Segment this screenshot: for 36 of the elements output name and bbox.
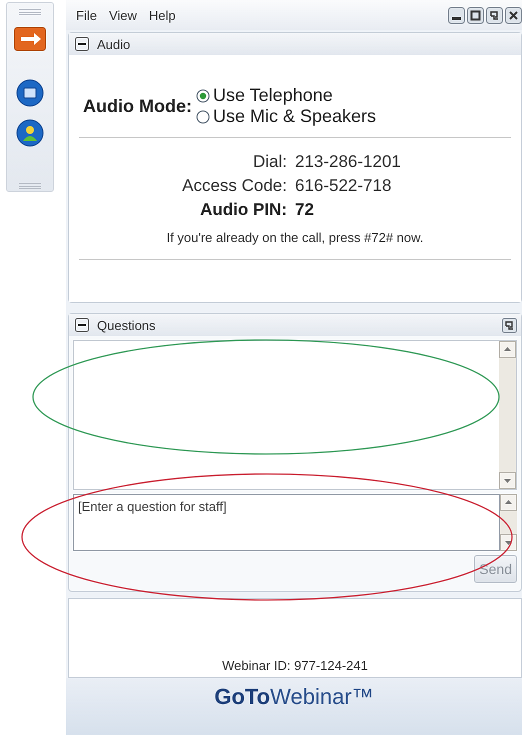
popout-icon[interactable] [502,318,517,332]
collapse-icon[interactable] [75,37,89,51]
webinar-id: Webinar ID: 977-124-241 [222,658,368,673]
minimize-icon[interactable] [448,6,465,24]
menu-item[interactable]: File [76,8,97,22]
scroll-up-icon[interactable] [500,494,517,511]
scroll-down-icon[interactable] [500,534,517,551]
pin-note: If you're already on the call, press #72# now. [79,222,511,260]
logo: GoToWebinar™ [214,684,374,710]
detail-label: Dial: [252,151,288,173]
scroll-down-icon[interactable] [499,472,516,489]
collapse-icon[interactable] [75,318,89,332]
grip-icon [19,9,41,15]
detail-label: Access Code: [181,175,288,197]
scroll-up-icon[interactable] [499,341,516,358]
detail-value: 213-286-1201 [295,151,402,173]
detail-value: 616-522-718 [295,175,392,197]
restore-icon[interactable] [486,6,503,24]
panel-title: Questions [97,318,156,332]
detail-value: 72 [295,199,315,221]
scrollbar[interactable] [500,494,517,551]
grip-icon [19,183,41,189]
question-field[interactable]: [Enter a question for staff] [73,494,500,551]
scrollbar[interactable] [499,341,516,489]
maximize-icon[interactable] [467,6,484,24]
close-icon[interactable] [505,6,522,24]
menu-item[interactable]: View [108,8,137,22]
radio-option[interactable]: Use Telephone [196,85,376,106]
arrow-button[interactable] [14,27,46,51]
screen-button-icon[interactable] [16,79,44,107]
detail-label: Audio PIN: [199,199,288,221]
radio-option[interactable]: Use Mic & Speakers [196,106,376,127]
audio-mode-label: Audio Mode: [83,96,192,116]
panel-title: Audio [97,36,130,52]
person-button-icon[interactable] [16,119,44,147]
menu-item[interactable]: Help [148,8,176,22]
